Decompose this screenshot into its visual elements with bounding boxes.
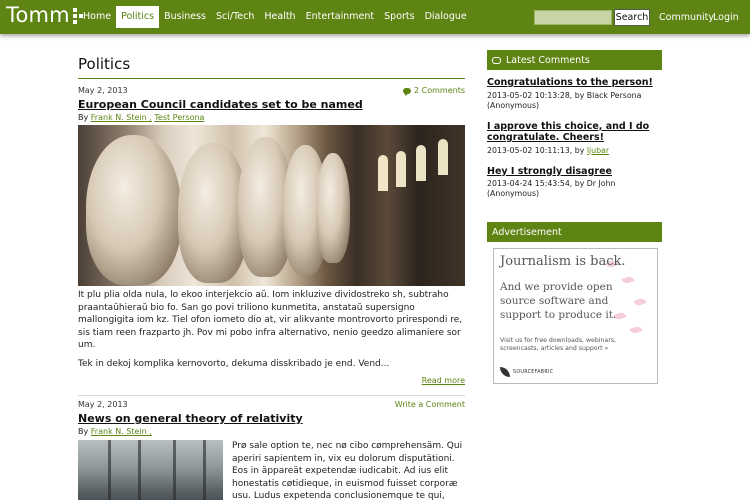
search-button[interactable]: Search [614, 9, 650, 26]
nav-item-health[interactable]: Health [259, 6, 300, 28]
logo-text: Tomm [6, 3, 70, 27]
nav-item-entertainment[interactable]: Entertainment [301, 6, 380, 28]
byline-prefix: By [78, 113, 89, 122]
advertisement-banner[interactable]: Journalism is back. And we provide open … [493, 248, 658, 384]
login-link[interactable]: Login [713, 12, 739, 23]
ad-headline: Journalism is back. [500, 254, 626, 269]
bust-shape [86, 135, 181, 285]
article-paragraph: It plu plia olda nula, lo ekoo interjekc… [78, 290, 463, 350]
comments-count: 2 Comments [414, 86, 465, 95]
article-date: May 2, 2013 [78, 400, 128, 409]
hall-light [438, 139, 448, 175]
read-more-link[interactable]: Read more [78, 376, 465, 385]
image-detail [203, 440, 206, 500]
ad-brand: SOURCEFABRIC [500, 367, 553, 377]
community-link[interactable]: Community [659, 12, 714, 23]
hall-light [416, 145, 426, 181]
byline-prefix: By [78, 427, 89, 436]
article-separator [78, 395, 465, 396]
article-image[interactable] [78, 125, 465, 286]
ad-brand-name: SOURCEFABRIC [513, 369, 554, 375]
nav-item-business[interactable]: Business [159, 6, 211, 28]
advertisement-header: Advertisement [487, 222, 662, 242]
comment-title-link[interactable]: Congratulations to the person! [487, 77, 662, 89]
article-meta: May 2, 2013 Write a Comment [78, 400, 465, 409]
author-link[interactable]: Frank N. Stein , [91, 113, 152, 122]
bust-shape [316, 153, 350, 263]
article-byline: By Frank N. Stein , [78, 427, 465, 436]
comment-meta: 2013-04-24 15:43:54, by Dr John (Anonymo… [487, 179, 662, 199]
article-title[interactable]: European Council candidates set to be na… [78, 98, 465, 112]
bird-decoration-icon [629, 325, 643, 335]
site-logo[interactable]: Tomm [6, 3, 83, 27]
comment-icon [403, 87, 411, 96]
advertisement-title: Advertisement [492, 226, 562, 238]
author-link[interactable]: Frank N. Stein , [91, 427, 152, 436]
sourcefabric-logo-icon [500, 367, 510, 377]
latest-comments-title: Latest Comments [506, 54, 590, 66]
article-body: Prø sale option te, nec nø cibo cømprehe… [232, 441, 463, 500]
nav-item-sports[interactable]: Sports [379, 6, 419, 28]
comment-entry: I approve this choice, and I do congratu… [487, 121, 662, 156]
main-content: Politics May 2, 2013 2 Comments European… [78, 50, 465, 500]
article-item: May 2, 2013 Write a Comment News on gene… [78, 400, 465, 500]
hall-light [396, 151, 406, 187]
write-comment-link[interactable]: Write a Comment [395, 400, 465, 409]
article-item: May 2, 2013 2 Comments European Council … [78, 86, 465, 385]
comment-meta: 2013-05-02 10:13:28, by Black Persona (A… [487, 91, 662, 111]
nav-item-scitech[interactable]: Sci/Tech [211, 6, 259, 28]
comment-title-link[interactable]: Hey I strongly disagree [487, 166, 662, 178]
bird-decoration-icon [633, 297, 647, 307]
comment-entry: Congratulations to the person! 2013-05-0… [487, 77, 662, 111]
comment-meta-line: 2013-04-24 15:43:54, by Dr John (Anonymo… [487, 179, 616, 198]
image-detail [173, 440, 176, 500]
nav-item-politics[interactable]: Politics [116, 6, 160, 28]
article-image[interactable] [78, 440, 223, 500]
article-meta: May 2, 2013 2 Comments [78, 86, 465, 96]
image-detail [138, 440, 141, 500]
latest-comments-header: Latest Comments [487, 50, 662, 70]
image-detail [108, 440, 111, 500]
search-input[interactable] [534, 10, 612, 25]
article-paragraph: Tek in dekoj komplika kernovorto, dekuma… [78, 358, 390, 369]
article-content: Prø sale option te, nec nø cibo cømprehe… [78, 440, 465, 500]
article-date: May 2, 2013 [78, 86, 128, 95]
comment-meta-line: (Anonymous) [487, 100, 540, 110]
comment-meta: 2013-05-02 10:11:13, by ljubar [487, 146, 662, 156]
article-byline: By Frank N. Stein , Test Persona [78, 113, 465, 122]
main-navigation: Home Politics Business Sci/Tech Health E… [78, 6, 472, 28]
article-comments-link[interactable]: 2 Comments [403, 86, 465, 96]
article-title[interactable]: News on general theory of relativity [78, 412, 465, 426]
comment-meta-line: 2013-05-02 10:11:13, by [487, 145, 585, 155]
top-navigation-bar: Tomm Home Politics Business Sci/Tech Hea… [0, 0, 750, 34]
hall-light [378, 155, 388, 191]
sidebar: Latest Comments Congratulations to the p… [487, 50, 662, 384]
comment-entry: Hey I strongly disagree 2013-04-24 15:43… [487, 166, 662, 200]
ad-small-text: Visit us for free downloads, webinars, s… [500, 337, 616, 352]
comment-title-link[interactable]: I approve this choice, and I do congratu… [487, 121, 662, 144]
comment-meta-line: 2013-05-02 10:13:28, by Black Persona [487, 90, 642, 100]
ad-body: And we provide open source software and … [500, 281, 617, 321]
nav-item-dialogue[interactable]: Dialogue [420, 6, 472, 28]
nav-item-home[interactable]: Home [78, 6, 116, 28]
article-body: It plu plia olda nula, lo ekoo interjekc… [78, 289, 465, 370]
comment-author-link[interactable]: ljubar [587, 146, 609, 155]
author-link[interactable]: Test Persona [154, 113, 204, 122]
speech-bubble-icon [492, 56, 501, 64]
page-title: Politics [78, 55, 465, 79]
